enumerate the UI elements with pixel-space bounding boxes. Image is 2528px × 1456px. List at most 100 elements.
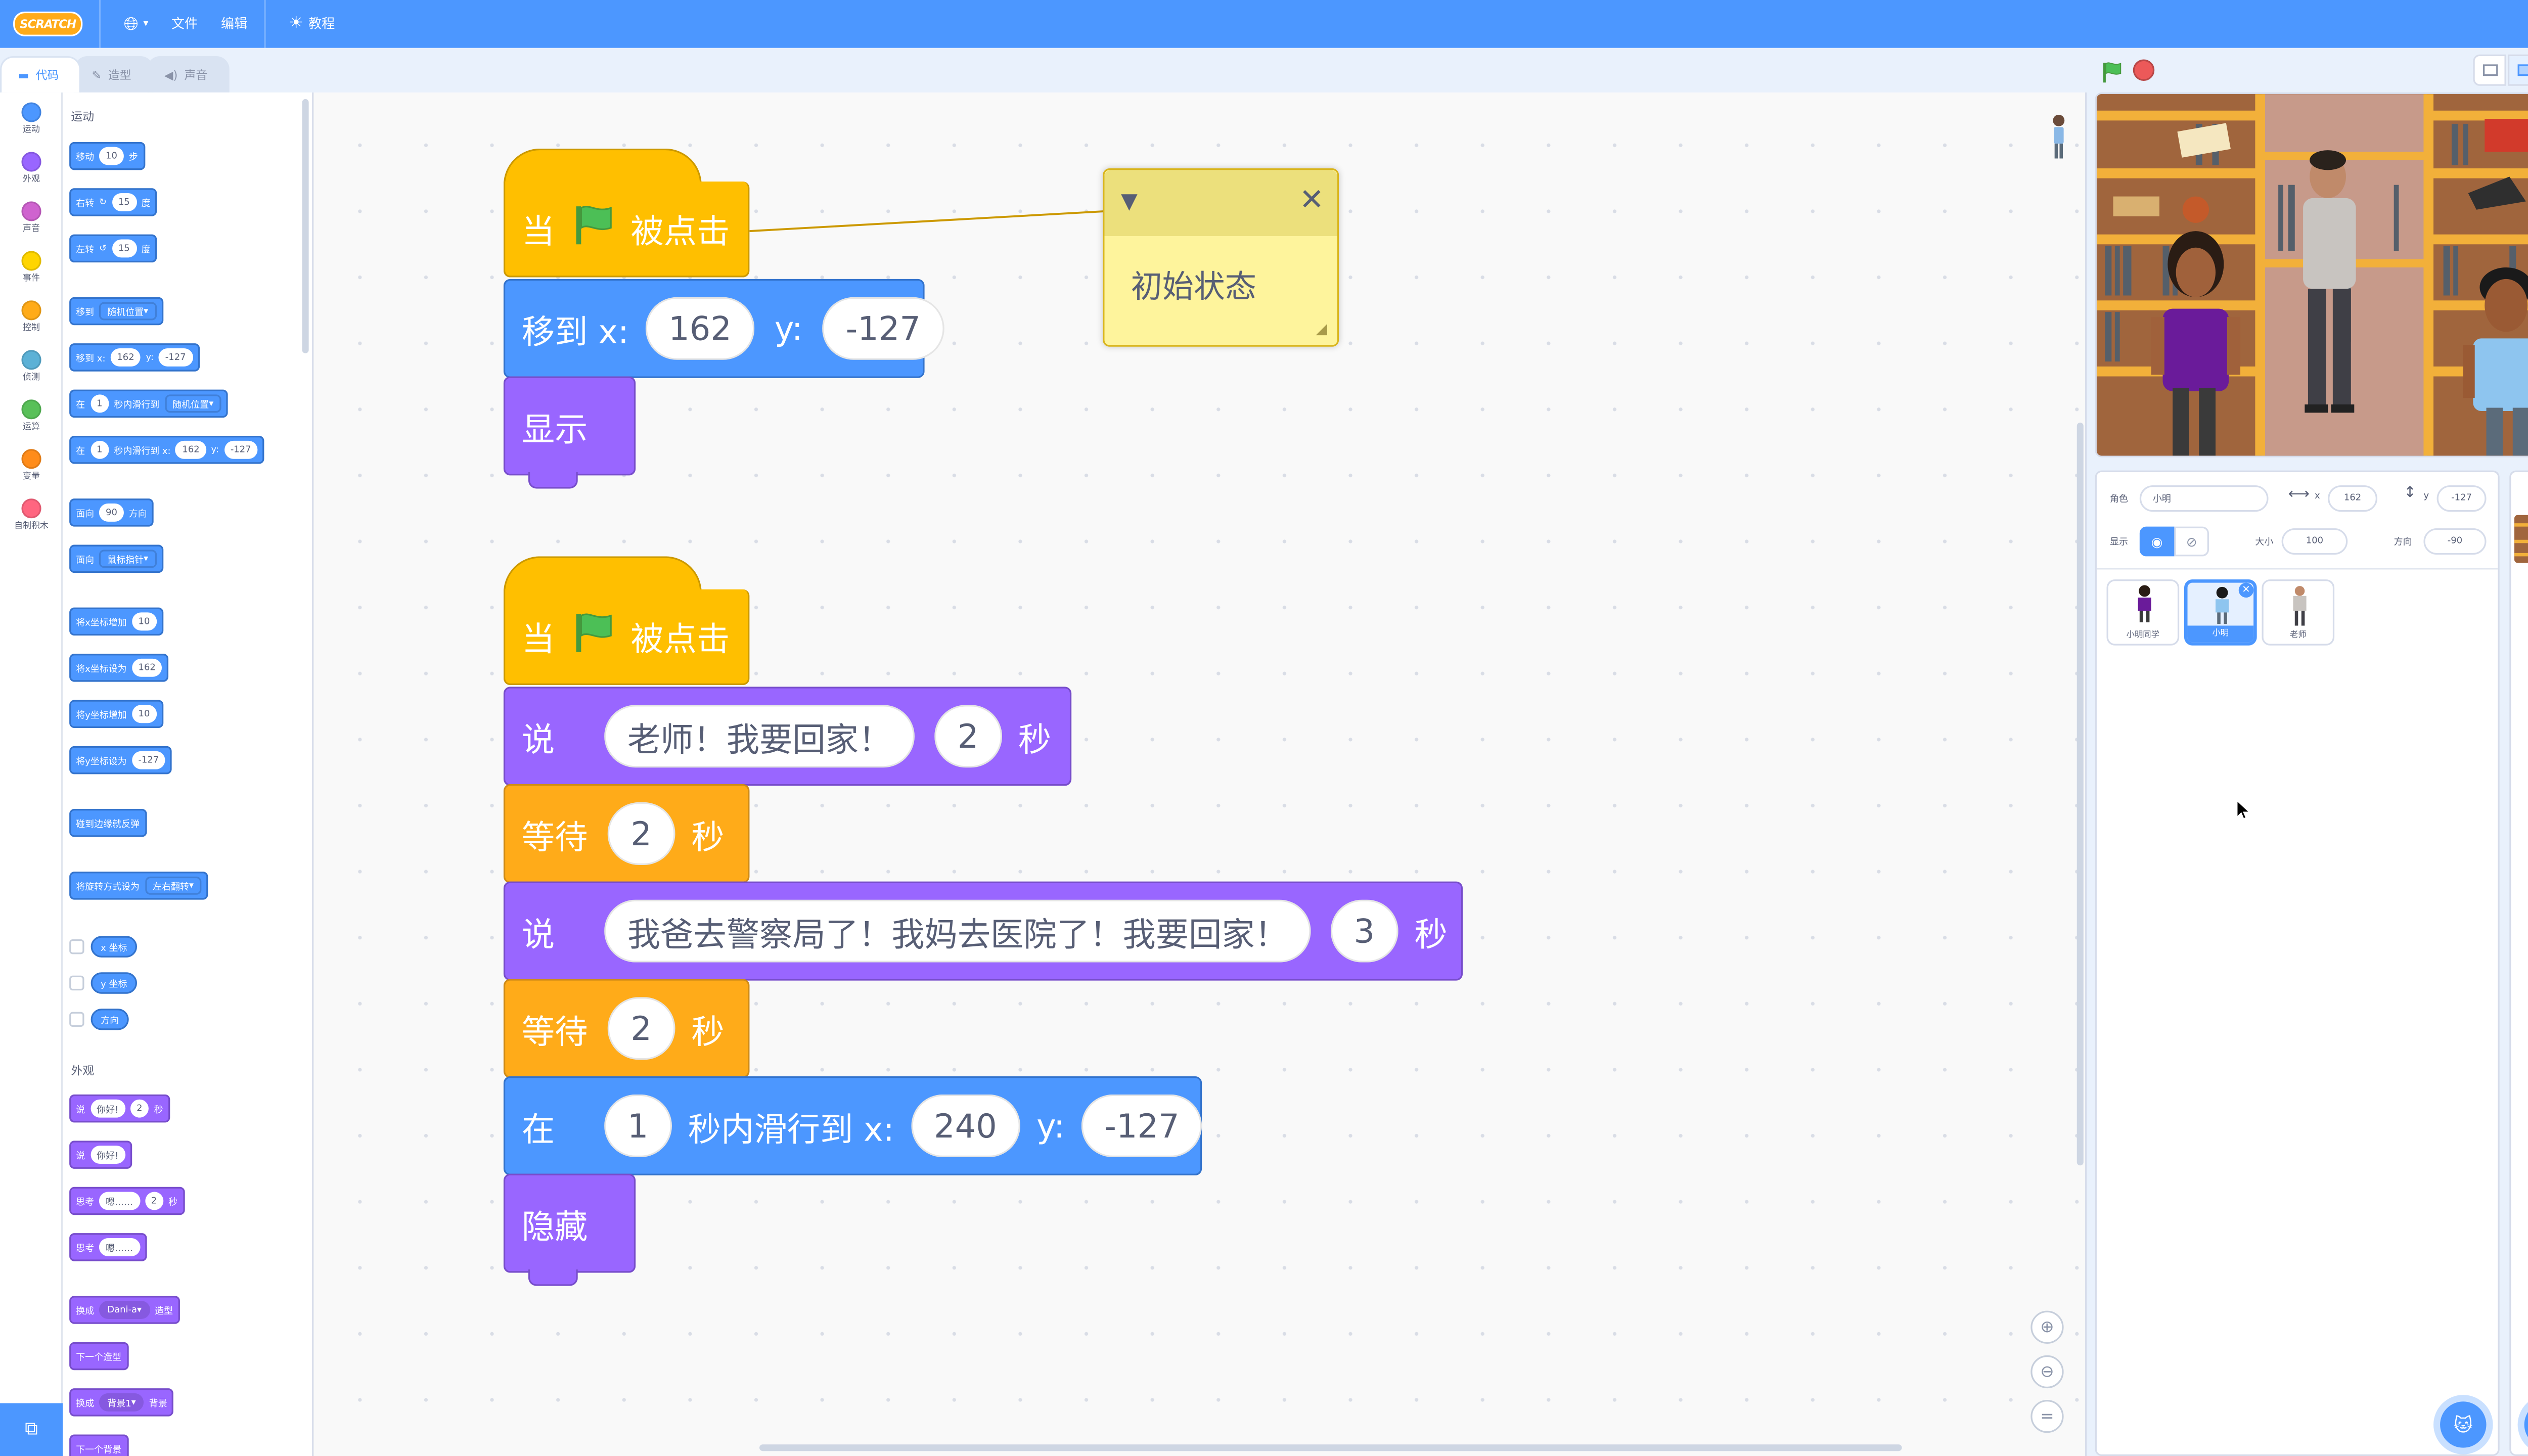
turn-right-block[interactable]: 右转 ↻ 15 度 xyxy=(69,188,157,216)
y-position-reporter[interactable]: y 坐标 xyxy=(91,972,138,994)
goto-block[interactable]: 移到 随机位置 ▾ xyxy=(69,297,163,326)
point-direction-block[interactable]: 面向 90 方向 xyxy=(69,498,154,527)
seconds-input[interactable]: 3 xyxy=(1330,899,1398,963)
comment-note[interactable]: ▼ ✕ 初始状态 ◢ xyxy=(1103,168,1339,347)
choose-sprite-button[interactable]: 🐱︎ xyxy=(2440,1401,2487,1448)
block-input[interactable]: 162 xyxy=(110,348,141,367)
message-input[interactable]: 我爸去警察局了！我妈去医院了！我要回家！ xyxy=(604,899,1311,963)
when-flag-clicked-block[interactable]: 当 被点击 xyxy=(503,589,750,686)
stage-canvas[interactable] xyxy=(2095,92,2528,458)
block-input[interactable]: 1 xyxy=(90,440,109,459)
y-position-checkbox[interactable] xyxy=(69,975,84,991)
workspace-horizontal-scrollbar[interactable] xyxy=(759,1444,1902,1451)
category-looks[interactable]: 外观 xyxy=(0,152,63,185)
choose-backdrop-button[interactable]: ▣ xyxy=(2524,1401,2528,1448)
y-position-input[interactable]: -127 xyxy=(2436,485,2487,512)
glide-dropdown[interactable]: 随机位置 ▾ xyxy=(164,394,222,413)
sprite-name-input[interactable]: 小明 xyxy=(2139,485,2269,512)
seconds-input[interactable]: 2 xyxy=(607,997,675,1060)
wait-block[interactable]: 等待 2 秒 xyxy=(503,979,750,1078)
zoom-out-button[interactable]: ⊖ xyxy=(2030,1355,2064,1389)
y-input[interactable]: -127 xyxy=(822,297,944,360)
collapse-triangle-icon[interactable]: ▼ xyxy=(1121,190,1138,215)
rotation-style-block[interactable]: 将旋转方式设为 左右翻转 ▾ xyxy=(69,872,209,900)
category-motion[interactable]: 运动 xyxy=(0,102,63,135)
category-variables[interactable]: 变量 xyxy=(0,449,63,482)
seconds-input[interactable]: 2 xyxy=(934,705,1002,768)
block-input[interactable]: 嗯…… xyxy=(99,1238,140,1256)
block-input[interactable]: 嗯…… xyxy=(99,1192,140,1210)
sprite-thumb-selected[interactable]: ✕ 小明 xyxy=(2184,579,2257,646)
small-stage-button[interactable] xyxy=(2473,54,2506,86)
block-input[interactable]: 2 xyxy=(130,1099,149,1118)
block-input[interactable]: 15 xyxy=(111,239,137,258)
set-x-block[interactable]: 将x坐标设为 162 xyxy=(69,654,169,682)
say-block[interactable]: 说你好! xyxy=(69,1141,132,1169)
edit-menu[interactable]: 编辑 xyxy=(221,0,247,48)
block-input[interactable]: -127 xyxy=(131,751,166,769)
add-extension-button[interactable]: ⧉ xyxy=(0,1403,63,1456)
set-y-block[interactable]: 将y坐标设为 -127 xyxy=(69,746,172,775)
block-input[interactable]: 10 xyxy=(131,705,157,723)
rotation-dropdown[interactable]: 左右翻转 ▾ xyxy=(144,876,202,895)
turn-left-block[interactable]: 左转 ↺ 15 度 xyxy=(69,234,157,263)
point-towards-dropdown[interactable]: 鼠标指针 ▾ xyxy=(99,550,157,568)
think-secs-block[interactable]: 思考 嗯…… 2 秒 xyxy=(69,1187,185,1215)
stop-button[interactable] xyxy=(2133,59,2155,81)
change-x-block[interactable]: 将x坐标增加 10 xyxy=(69,607,163,636)
switch-backdrop-block[interactable]: 换成 背景1 ▾ 背景 xyxy=(69,1388,174,1417)
move-steps-block[interactable]: 移动 10 步 xyxy=(69,142,145,170)
seconds-input[interactable]: 1 xyxy=(604,1094,672,1157)
close-icon[interactable]: ✕ xyxy=(1299,183,1324,218)
bounce-block[interactable]: 碰到边缘就反弹 xyxy=(69,808,147,837)
think-block[interactable]: 思考 嗯…… xyxy=(69,1233,147,1261)
direction-input[interactable]: -90 xyxy=(2423,528,2487,555)
palette-scrollbar[interactable] xyxy=(302,99,309,353)
show-block[interactable]: 显示 xyxy=(503,376,636,489)
goto-xy-block[interactable]: 移到 x: 162 y: -127 xyxy=(69,343,199,372)
x-input[interactable]: 240 xyxy=(911,1094,1020,1157)
file-menu[interactable]: 文件 xyxy=(171,0,198,48)
wait-block[interactable]: 等待 2 秒 xyxy=(503,784,750,883)
x-position-checkbox[interactable] xyxy=(69,939,84,954)
workspace-vertical-scrollbar[interactable] xyxy=(2076,422,2084,1166)
block-input[interactable]: 1 xyxy=(90,394,109,413)
seconds-input[interactable]: 2 xyxy=(607,802,675,866)
large-stage-button[interactable] xyxy=(2507,54,2528,86)
block-input[interactable]: 你好! xyxy=(90,1146,125,1164)
block-input[interactable]: -127 xyxy=(158,348,193,367)
block-input[interactable]: -127 xyxy=(223,440,258,459)
category-sound[interactable]: 声音 xyxy=(0,201,63,235)
point-towards-block[interactable]: 面向 鼠标指针 ▾ xyxy=(69,544,163,573)
tab-costumes[interactable]: ✎ 造型 xyxy=(73,56,153,93)
block-input[interactable]: 90 xyxy=(99,503,124,522)
say-secs-block[interactable]: 说你好! 2 秒 xyxy=(69,1094,170,1123)
hide-block[interactable]: 隐藏 xyxy=(503,1173,636,1286)
category-my-blocks[interactable]: 自制积木 xyxy=(0,498,63,531)
change-y-block[interactable]: 将y坐标增加 10 xyxy=(69,700,163,728)
hide-sprite-button[interactable]: ⊘ xyxy=(2174,526,2209,557)
say-for-secs-block[interactable]: 说 老师！我要回家！ 2 秒 xyxy=(503,687,1072,786)
block-input[interactable]: 15 xyxy=(111,193,137,211)
say-for-secs-block[interactable]: 说 我爸去警察局了！我妈去医院了！我要回家！ 3 秒 xyxy=(503,881,1463,981)
glide-to-xy-block[interactable]: 在 1 秒内滑行到 x: 240 y: -127 xyxy=(503,1076,1203,1175)
next-costume-block[interactable]: 下一个造型 xyxy=(69,1342,128,1371)
direction-checkbox[interactable] xyxy=(69,1012,84,1027)
message-input[interactable]: 老师！我要回家！ xyxy=(604,705,915,768)
tutorials-menu[interactable]: ☀ 教程 xyxy=(289,0,335,48)
costume-dropdown[interactable]: Dani-a ▾ xyxy=(99,1301,150,1319)
scratch-logo[interactable]: SCRATCH xyxy=(13,11,83,36)
block-input[interactable]: 你好! xyxy=(90,1099,125,1118)
zoom-in-button[interactable]: ⊕ xyxy=(2030,1310,2064,1344)
tab-sounds[interactable]: ◀︎) 声音 xyxy=(146,56,229,93)
block-input[interactable]: 162 xyxy=(131,658,162,677)
goto-xy-block[interactable]: 移到 x: 162 y: -127 xyxy=(503,279,944,378)
direction-reporter[interactable]: 方向 xyxy=(91,1009,129,1030)
category-sensing[interactable]: 侦测 xyxy=(0,350,63,383)
sprite-thumb[interactable]: 老师 xyxy=(2262,579,2335,646)
category-operators[interactable]: 运算 xyxy=(0,399,63,433)
resize-handle-icon[interactable]: ◢ xyxy=(1316,322,1327,339)
switch-costume-block[interactable]: 换成 Dani-a ▾ 造型 xyxy=(69,1296,180,1324)
tab-code[interactable]: ▬ 代码 xyxy=(0,56,80,93)
delete-sprite-button[interactable]: ✕ xyxy=(2238,582,2254,598)
